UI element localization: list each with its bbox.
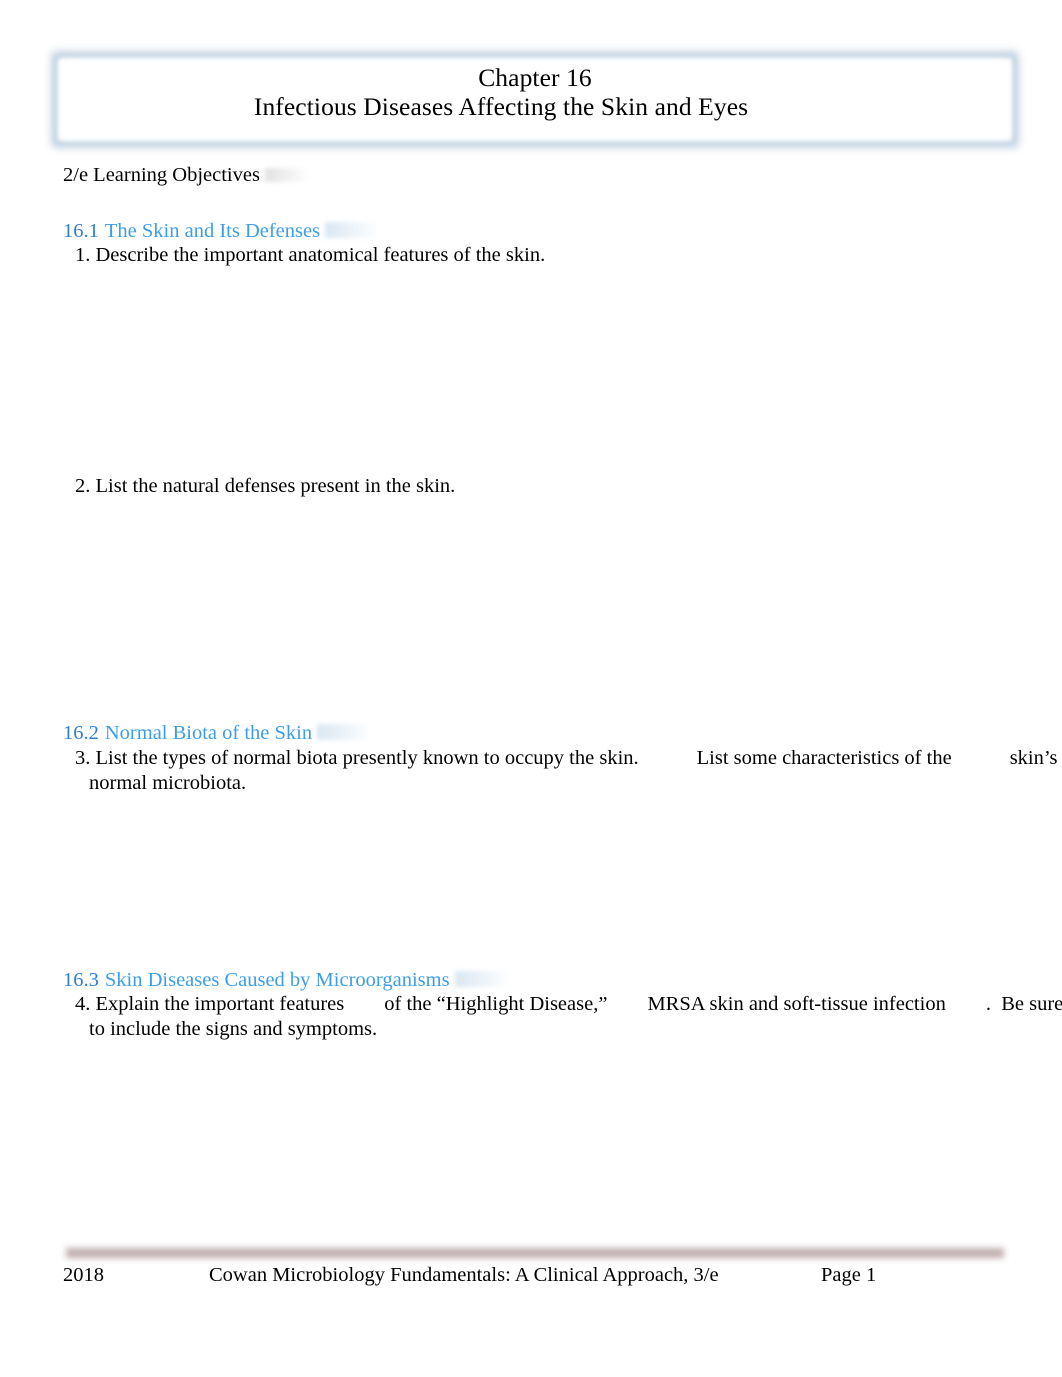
objective-4-line-1: 4. Explain the important features of the … [63,992,1062,1017]
section-16-2: 16.2 Normal Biota of the Skin 3. List the… [63,721,1058,796]
document-body: 2/e Learning Objectives 16.1 The Skin and… [63,163,1062,1043]
chapter-title-line-2: Infectious Diseases Affecting the Skin a… [253,91,749,121]
objective-1-line-1: 1. Describe the important anatomical fea… [75,244,546,267]
section-title-16-2: Normal Biota of the Skin [104,722,313,745]
chapter-title: Chapter 16 Infectious Diseases Affecting… [52,63,1018,121]
section-number-16-3: 16.3 [63,968,99,991]
footer-divider-rule [66,1248,1004,1258]
objective-item-3: 3. List the types of normal biota presen… [63,746,1058,796]
heading-highlight-smudge-icon [454,970,509,987]
highlight-smudge-icon [264,168,307,182]
footer-year: 2018 [63,1264,104,1286]
section-number-16-1: 16.1 [63,219,99,242]
footer-book-title: Cowan Microbiology Fundamentals: A Clini… [209,1264,719,1286]
heading-highlight-smudge-icon [317,724,372,741]
objective-item-1: 1. Describe the important anatomical fea… [63,243,988,268]
objective-3-segment-b: List some characteristics of the [696,746,952,769]
section-heading-16-3: 16.3 Skin Diseases Caused by Microorganis… [63,968,988,993]
chapter-title-box: Chapter 16 Infectious Diseases Affecting… [52,52,1018,147]
chapter-title-line-1: Chapter 16 [478,63,592,92]
objective-4-segment-c: MRSA skin and soft-tissue infection [647,993,946,1016]
section-number-16-2: 16.2 [63,722,99,745]
page-footer: 2018 Cowan Microbiology Fundamentals: A … [63,1264,1003,1292]
heading-highlight-smudge-icon [325,221,380,238]
objective-4-line-2: to include the signs and symptoms. [89,1018,378,1041]
objective-3-segment-a: 3. List the types of normal biota presen… [75,746,639,769]
objective-4-segment-b: of the “Highlight Disease,” [384,993,608,1016]
objective-item-4: 4. Explain the important features of the … [63,992,1062,1042]
objective-3-line-2: normal microbiota. [89,771,247,794]
objective-3-line-1: 3. List the types of normal biota presen… [63,746,1058,771]
section-title-16-3: Skin Diseases Caused by Microorganisms [104,968,450,991]
learning-objectives-text: 2/e Learning Objectives [63,164,260,186]
learning-objectives-label: 2/e Learning Objectives [63,163,307,189]
objective-4-segment-d: . Be sure [985,993,1062,1016]
objective-4-segment-a: 4. Explain the important features [75,993,345,1016]
objective-item-2: 2. List the natural defenses present in … [63,474,988,499]
section-heading-16-1: 16.1 The Skin and Its Defenses [63,219,988,244]
section-16-3: 16.3 Skin Diseases Caused by Microorganis… [63,968,1062,1043]
section-heading-16-2: 16.2 Normal Biota of the Skin [63,721,988,746]
section-16-1: 16.1 The Skin and Its Defenses 1. Describ… [63,219,988,500]
objective-2-line-1: 2. List the natural defenses present in … [75,475,456,498]
section-title-16-1: The Skin and Its Defenses [104,219,321,242]
objective-3-segment-c: skin’s [1009,746,1058,769]
footer-page-number: Page 1 [821,1264,877,1286]
